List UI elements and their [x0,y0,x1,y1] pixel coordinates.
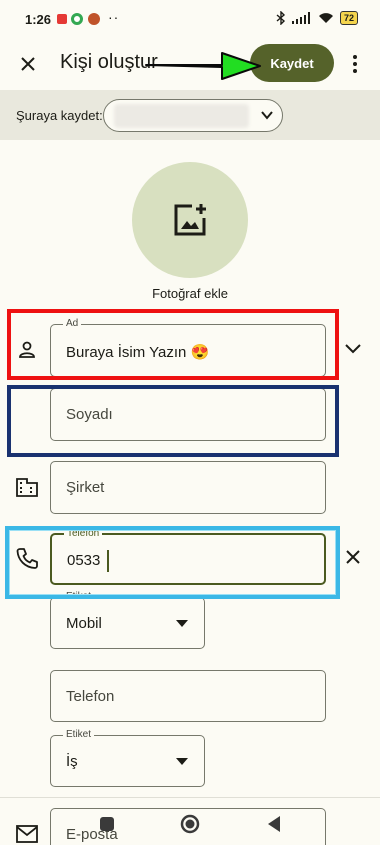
recents-icon [100,817,114,831]
annotation-arrow [145,52,261,80]
business-icon [15,475,39,499]
recents-button[interactable] [95,812,119,836]
phone2-type-select[interactable]: Etiket İş [50,729,205,787]
chevron-down-icon [345,344,361,354]
more-vert-icon [353,55,357,73]
expand-name-button[interactable] [341,336,365,360]
account-selector[interactable] [103,99,283,132]
clear-phone-button[interactable] [341,545,365,569]
notification-icon-red [57,14,67,24]
account-label: Şuraya kaydet: [16,108,103,123]
chevron-down-icon [261,111,273,120]
phone2-type-value: İş [66,753,78,770]
annotation-box-cyan [5,526,340,599]
status-right-icons: 72 [276,11,358,25]
back-icon [268,816,280,832]
notification-icon-green [71,13,83,25]
more-options-button[interactable] [344,50,366,78]
back-button[interactable] [262,812,286,836]
notification-icon-app [88,13,100,25]
system-nav-bar [0,806,380,845]
account-value-redacted [114,104,249,128]
close-icon [346,550,360,564]
status-time: 1:26 [25,12,52,27]
account-bar: Şuraya kaydet: [0,90,380,140]
more-notifications-dots: ·· [108,9,120,25]
bluetooth-icon [276,11,286,25]
add-photo-icon [174,204,206,236]
phone2-placeholder: Telefon [66,688,115,705]
phone2-field[interactable]: Telefon [50,670,326,722]
phone-type-value: Mobil [66,615,102,632]
status-bar: 1:26 ·· 72 [0,0,380,40]
dropdown-arrow-icon [176,620,188,627]
home-icon [180,814,200,834]
wifi-icon [318,13,333,23]
dropdown-arrow-icon [176,758,188,765]
close-icon [21,57,35,71]
section-divider [0,797,380,798]
company-field[interactable]: Şirket [50,461,326,514]
battery-indicator: 72 [339,11,358,25]
annotation-box-navy [7,385,339,457]
phone-type-select[interactable]: Etiket Mobil [50,591,205,649]
close-button[interactable] [14,50,42,78]
company-placeholder: Şirket [66,479,105,496]
add-photo-label: Fotoğraf ekle [152,286,228,301]
home-button[interactable] [178,812,202,836]
add-photo-button[interactable] [132,162,248,278]
phone2-type-label: Etiket [63,729,95,741]
annotation-box-red [7,309,339,380]
signal-icon [291,12,310,24]
